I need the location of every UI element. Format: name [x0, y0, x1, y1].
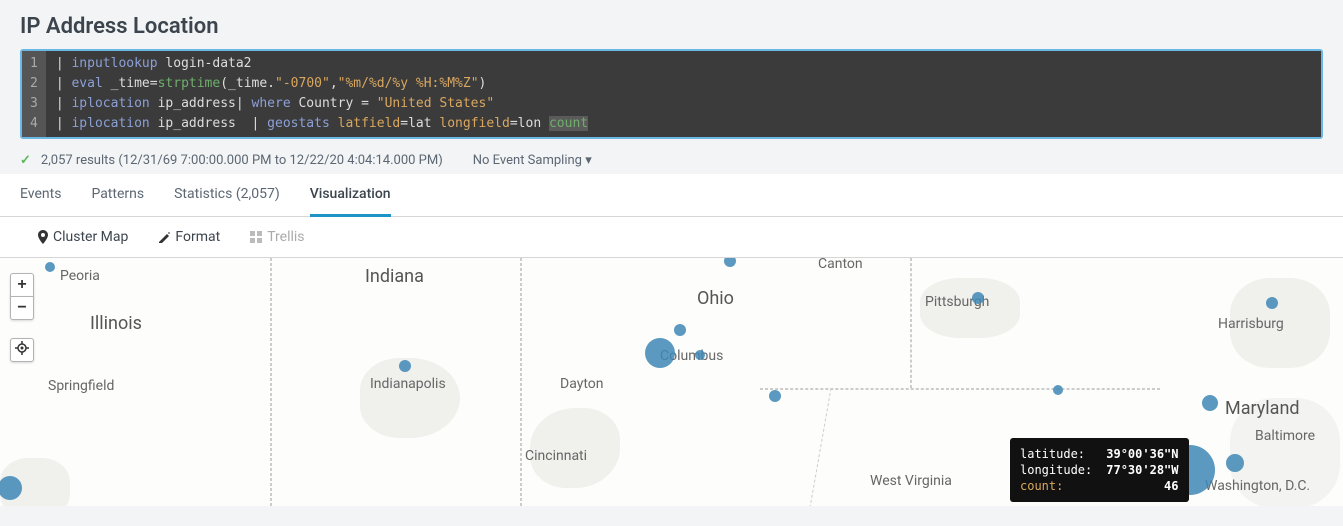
locate-control — [10, 338, 34, 362]
cluster-dot[interactable] — [724, 258, 736, 267]
zoom-controls: + − — [10, 273, 34, 320]
map-label: Springfield — [48, 378, 114, 394]
pin-icon — [38, 230, 48, 244]
map-label: Maryland — [1225, 398, 1300, 419]
tab-visualization[interactable]: Visualization — [310, 174, 391, 217]
tab-statistics[interactable]: Statistics (2,057) — [174, 174, 280, 217]
format-button[interactable]: Format — [158, 229, 220, 245]
cluster-dot[interactable] — [769, 390, 781, 402]
cluster-dot[interactable] — [674, 324, 686, 336]
zoom-in-button[interactable]: + — [10, 273, 34, 297]
cluster-dot[interactable] — [1226, 454, 1244, 472]
tabs: Events Patterns Statistics (2,057) Visua… — [0, 174, 1343, 217]
search-code[interactable]: | inputlookup login-data2| eval _time=st… — [46, 51, 1321, 137]
cluster-map-button[interactable]: Cluster Map — [38, 229, 128, 245]
cluster-dot[interactable] — [1202, 395, 1218, 411]
tab-events[interactable]: Events — [20, 174, 61, 217]
map-label: Washington, D.C. — [1205, 478, 1310, 494]
locate-button[interactable] — [10, 338, 34, 362]
cluster-dot[interactable] — [695, 350, 705, 360]
cluster-dot[interactable] — [1266, 297, 1278, 309]
map-label: Indiana — [365, 266, 424, 287]
cluster-dot[interactable] — [45, 262, 55, 272]
map-label: Ohio — [697, 288, 734, 309]
chevron-down-icon: ▾ — [585, 153, 592, 168]
line-gutter: 1234 — [22, 51, 46, 137]
map-label: Peoria — [60, 268, 100, 284]
trellis-icon — [250, 231, 262, 243]
map-label: Canton — [818, 258, 863, 272]
map-label: Indianapolis — [370, 376, 446, 392]
zoom-out-button[interactable]: − — [10, 296, 34, 320]
map-tooltip: latitude:39°00'36"N longitude:77°30'28"W… — [1010, 438, 1189, 502]
results-text: 2,057 results (12/31/69 7:00:00.000 PM t… — [41, 153, 443, 168]
cluster-dot[interactable] — [645, 338, 675, 368]
cluster-dot[interactable] — [972, 292, 984, 304]
format-icon — [158, 231, 170, 243]
crosshair-icon — [15, 341, 29, 360]
map-label: Dayton — [560, 376, 603, 392]
page-title: IP Address Location — [20, 14, 1323, 39]
trellis-button: Trellis — [250, 229, 304, 245]
map-label: West Virginia — [870, 473, 952, 489]
cluster-dot[interactable] — [399, 360, 411, 372]
check-icon: ✓ — [20, 153, 31, 168]
viz-toolbar: Cluster Map Format Trellis — [0, 217, 1343, 258]
status-bar: ✓ 2,057 results (12/31/69 7:00:00.000 PM… — [0, 147, 1343, 174]
tab-patterns[interactable]: Patterns — [91, 174, 144, 217]
map-canvas[interactable]: Peoria Illinois Springfield Indiana Indi… — [0, 258, 1343, 506]
sampling-dropdown[interactable]: No Event Sampling ▾ — [473, 153, 592, 168]
map-label: Cincinnati — [525, 448, 587, 464]
map-label: Harrisburg — [1218, 316, 1284, 332]
cluster-dot[interactable] — [1053, 385, 1063, 395]
map-label: Illinois — [90, 313, 142, 334]
map-label: Baltimore — [1255, 428, 1315, 444]
search-box[interactable]: 1234 | inputlookup login-data2| eval _ti… — [20, 49, 1323, 139]
